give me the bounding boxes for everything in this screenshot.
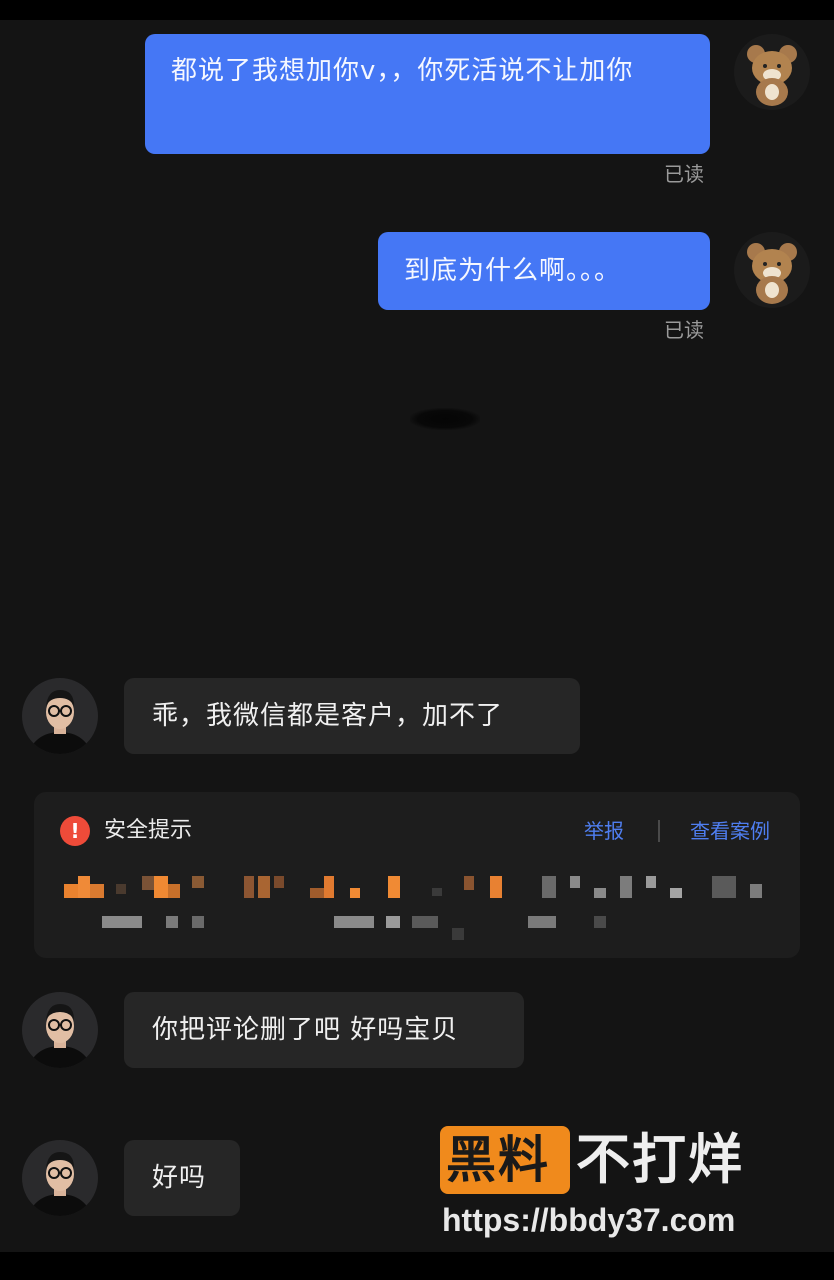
view-cases-link[interactable]: 查看案例 (690, 816, 770, 846)
message-bubble-incoming[interactable]: 好吗 (124, 1140, 240, 1216)
message-bubble-incoming[interactable]: 乖，我微信都是客户，加不了 (124, 678, 580, 754)
report-link[interactable]: 举报 (584, 816, 624, 846)
self-avatar[interactable] (734, 232, 810, 308)
watermark: 黑料 不打烊 https://bbdy37.com (438, 1124, 798, 1244)
chat-screen: 都说了我想加你v，，你死活说不让加你 已读 到底为什么啊。。。 已读 乖，我微信… (0, 20, 834, 1252)
self-avatar[interactable] (734, 34, 810, 110)
watermark-brand-boxed: 黑料 (446, 1131, 550, 1189)
contact-avatar[interactable] (22, 678, 98, 754)
bear-avatar-icon (734, 34, 810, 110)
message-bubble-outgoing[interactable]: 都说了我想加你v，，你死活说不让加你 (145, 34, 710, 154)
person-avatar-icon (22, 678, 98, 754)
read-status: 已读 (664, 318, 704, 342)
exclamation-icon: ! (60, 816, 90, 846)
watermark-brand-rest: 不打烊 (576, 1128, 744, 1191)
contact-avatar[interactable] (22, 1140, 98, 1216)
watermark-url: https://bbdy37.com (442, 1202, 736, 1238)
read-status: 已读 (664, 162, 704, 186)
message-bubble-incoming[interactable]: 你把评论删了吧 好吗宝贝 (124, 992, 524, 1068)
contact-avatar[interactable] (22, 992, 98, 1068)
divider (658, 820, 660, 842)
safety-notice-title: 安全提示 (104, 818, 193, 843)
redaction-smudge (410, 408, 480, 430)
safety-notice-card: ! 安全提示 举报 查看案例 (34, 792, 800, 958)
bear-avatar-icon (734, 232, 810, 308)
person-avatar-icon (22, 992, 98, 1068)
person-avatar-icon (22, 1140, 98, 1216)
message-bubble-outgoing[interactable]: 到底为什么啊。。。 (378, 232, 710, 310)
